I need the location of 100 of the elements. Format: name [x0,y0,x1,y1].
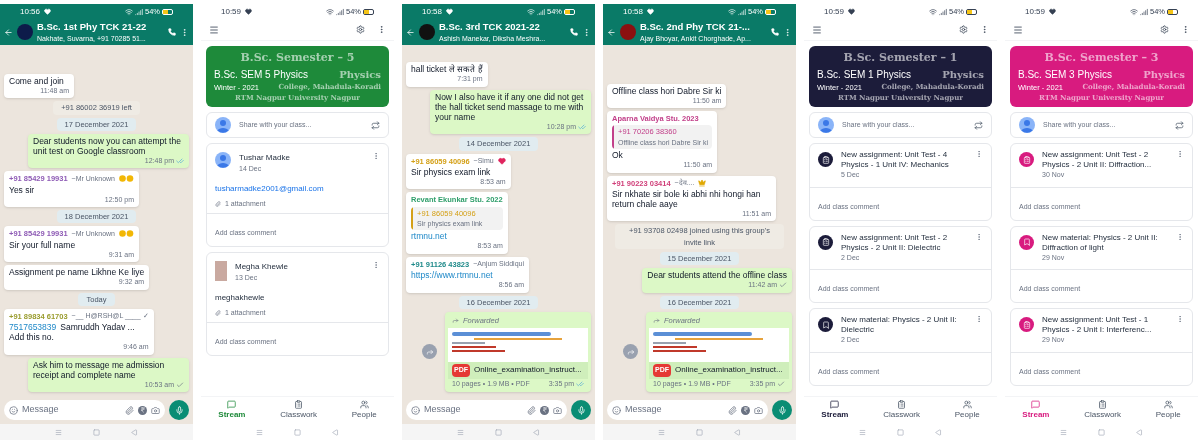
post-title[interactable]: New material: Physics - 2 Unit II: Diffraction of light [1042,232,1168,253]
nav-tab[interactable]: Stream [218,400,246,421]
chat-title[interactable]: B.Sc. 3rd TCK 2021-22 [439,19,566,34]
mic-button[interactable] [772,400,792,420]
message-input[interactable]: Message [424,403,523,417]
recents-icon[interactable] [859,428,867,436]
more-icon[interactable] [783,27,792,37]
group-avatar-icon[interactable] [419,24,435,40]
settings-icon[interactable] [959,25,968,34]
group-avatar-icon[interactable] [17,24,33,40]
more-icon[interactable] [1176,150,1184,159]
menu-icon[interactable] [209,24,219,35]
camera-icon[interactable] [151,405,160,415]
repost-icon[interactable] [371,120,380,130]
more-icon[interactable] [975,150,983,159]
message-link[interactable]: https://www.rtmnu.net [411,270,493,280]
message-field[interactable]: Message [4,400,165,420]
settings-icon[interactable] [1160,25,1169,34]
more-icon[interactable] [372,152,380,161]
recents-icon[interactable] [457,428,465,436]
home-icon[interactable] [696,428,703,436]
nav-tab[interactable]: Classwork [1084,400,1122,421]
class-title: B.Sc. SEM 3 Physics [1018,67,1112,82]
nav-tab[interactable]: People [1155,400,1181,421]
home-icon[interactable] [294,428,301,436]
more-icon[interactable] [980,25,989,34]
back-arrow-icon[interactable] [4,27,13,37]
more-icon[interactable] [975,232,983,241]
more-icon[interactable] [1181,25,1190,34]
back-icon[interactable] [532,428,540,436]
chat-title[interactable]: B.Sc. 1st Phy TCK 21-22 [37,19,164,34]
emoji-icon[interactable] [9,405,18,415]
menu-icon[interactable] [812,24,822,35]
back-icon[interactable] [331,428,339,436]
camera-icon[interactable] [553,405,562,415]
repost-icon[interactable] [974,120,983,130]
payment-button[interactable] [138,405,147,415]
camera-icon[interactable] [754,405,763,415]
post-title[interactable]: New assignment: Unit Test - 2 Physics - 2 Unit II: Dielectric [841,232,967,253]
back-arrow-icon[interactable] [406,27,415,37]
payment-button[interactable] [540,405,549,415]
nav-tab[interactable]: People [351,400,377,421]
home-icon[interactable] [1098,428,1105,436]
forward-button[interactable] [422,344,437,360]
more-icon[interactable] [975,315,983,324]
post-title[interactable]: New assignment: Unit Test - 4 Physics - 1 Unit IV: Mechanics [841,150,967,171]
more-icon[interactable] [180,27,189,37]
recents-icon[interactable] [1060,428,1068,436]
nav-tab[interactable]: Stream [1022,400,1050,421]
back-arrow-icon[interactable] [607,27,616,37]
repost-icon[interactable] [1175,120,1184,130]
message-link[interactable]: 7517653839 [9,322,57,332]
add-call-icon[interactable] [168,28,176,36]
post-title[interactable]: New assignment: Unit Test - 1 Physics - 2 Unit I: Interferenc... [1042,315,1168,336]
more-icon[interactable] [377,25,386,34]
back-icon[interactable] [733,428,741,436]
attach-icon[interactable] [125,405,134,415]
recents-icon[interactable] [658,428,666,436]
recents-icon[interactable] [55,428,63,436]
message-input[interactable]: Message [22,403,121,417]
nav-tab[interactable]: Classwork [280,400,318,421]
chat-title[interactable]: B.Sc. 2nd Phy TCK 21-... [640,19,767,34]
attach-icon[interactable] [728,405,737,415]
post-title[interactable]: New assignment: Unit Test - 2 Physics - 2 Unit II: Diffraction... [1042,150,1168,171]
back-icon[interactable] [1135,428,1143,436]
message-text: hall ticket ले सकते हैं [411,64,483,75]
mic-button[interactable] [169,400,189,420]
home-icon[interactable] [495,428,502,436]
add-call-icon[interactable] [570,28,578,36]
banner-watermark: Physics [1143,67,1185,82]
home-icon[interactable] [93,428,100,436]
more-icon[interactable] [1176,315,1184,324]
menu-icon[interactable] [1013,24,1023,35]
more-icon[interactable] [372,261,380,270]
more-icon[interactable] [1176,232,1184,241]
nav-tab[interactable]: People [954,400,980,421]
settings-icon[interactable] [356,25,365,34]
home-icon[interactable] [897,428,904,436]
mic-button[interactable] [571,400,591,420]
back-icon[interactable] [130,428,138,436]
battery-icon [966,8,977,15]
forward-button[interactable] [623,344,638,360]
message-input[interactable]: Message [625,403,724,417]
add-call-icon[interactable] [771,28,779,36]
payment-button[interactable] [741,405,750,415]
nav-tab[interactable]: Stream [821,400,849,421]
post-title[interactable]: New material: Physics - 2 Unit II: Dielectric [841,315,967,336]
attach-icon[interactable] [527,405,536,415]
more-icon[interactable] [582,27,591,37]
emoji-icon[interactable] [411,405,420,415]
message-field[interactable]: Message [406,400,567,420]
message-link[interactable]: rtmnu.net [411,231,447,242]
clipboard-icon [1022,320,1031,329]
group-avatar-icon[interactable] [620,24,636,40]
post-text[interactable]: tusharmadke2001@gmail.com [215,182,380,195]
back-icon[interactable] [934,428,942,436]
nav-tab[interactable]: Classwork [883,400,921,421]
recents-icon[interactable] [256,428,264,436]
emoji-icon[interactable] [612,405,621,415]
message-field[interactable]: Message [607,400,768,420]
